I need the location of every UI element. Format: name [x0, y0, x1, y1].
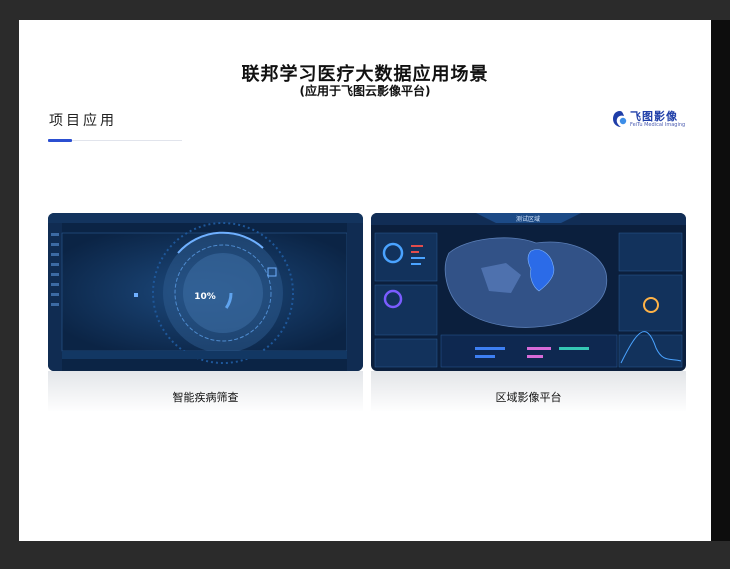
presentation-slide: 联邦学习医疗大数据应用场景 (应用于飞图云影像平台) 项目应用 飞图影像 Fei…: [19, 20, 711, 541]
section-title: 项目应用: [49, 113, 117, 129]
map-title: 测试区域: [516, 215, 540, 223]
slide-subtitle: (应用于飞图云影像平台): [299, 84, 431, 98]
screening-progress-label: 10%: [194, 292, 216, 302]
region-platform-screenshot[interactable]: 测试区域: [371, 213, 686, 371]
screening-screenshot[interactable]: 10%: [48, 213, 363, 371]
region-caption: 区域影像平台: [495, 391, 562, 404]
region-dashboard-graphic: 测试区域: [371, 213, 686, 371]
logo-subtitle: FeiTu Medical Imaging: [630, 122, 686, 128]
bottom-bar: [0, 541, 730, 569]
screening-caption: 智能疾病筛查: [172, 391, 239, 404]
screening-ui-graphic: 10%: [48, 213, 363, 371]
brand-logo: 飞图影像 FeiTu Medical Imaging: [612, 108, 692, 132]
right-scrollbar[interactable]: [711, 20, 730, 541]
section-accent-bar: [48, 139, 72, 142]
top-bar: [0, 0, 730, 20]
feitu-logo-icon: [613, 111, 627, 127]
